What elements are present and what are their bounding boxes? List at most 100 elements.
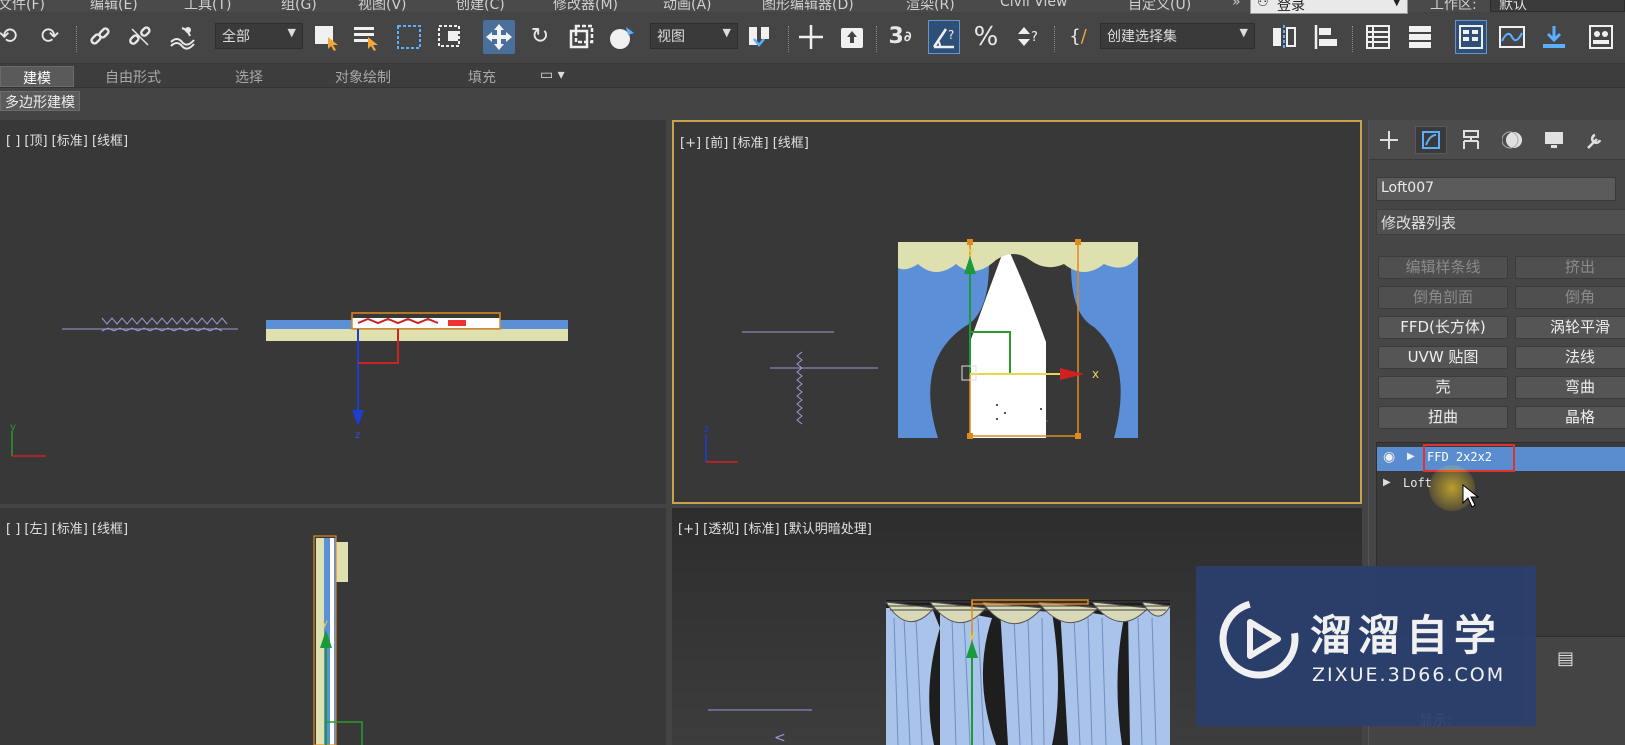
edit-spline-button[interactable]: 编辑样条线 bbox=[1378, 256, 1508, 279]
twist-button[interactable]: 扭曲 bbox=[1378, 406, 1508, 429]
redo-icon[interactable]: ⟳ bbox=[34, 20, 66, 54]
menu-modifiers[interactable]: 修改器(M) bbox=[553, 0, 618, 14]
menu-customize[interactable]: 自定义(U) bbox=[1128, 0, 1191, 14]
stack-item-loft[interactable]: ▶ Loft bbox=[1377, 473, 1625, 497]
left-view-scene: y bbox=[313, 535, 363, 745]
place-icon[interactable] bbox=[606, 20, 638, 54]
bend-button[interactable]: 弯曲 bbox=[1515, 376, 1625, 399]
bind-spacewarp-icon[interactable] bbox=[166, 20, 198, 54]
selection-filter-value: 全部 bbox=[222, 29, 250, 45]
create-icon[interactable] bbox=[1373, 126, 1405, 154]
svg-text:?: ? bbox=[1031, 30, 1038, 45]
menu-more[interactable]: » bbox=[1232, 0, 1241, 10]
tab-populate[interactable]: 填充 bbox=[468, 66, 496, 87]
reference-coord-dropdown[interactable]: 视图 ▼ bbox=[650, 23, 738, 49]
edit-named-sel-icon[interactable]: {/ bbox=[1062, 20, 1094, 54]
percent-snap-icon[interactable]: % bbox=[970, 20, 1002, 54]
modifier-list-dropdown[interactable]: 修改器列表 bbox=[1376, 209, 1625, 235]
tab-object-paint[interactable]: 对象绘制 bbox=[335, 66, 391, 87]
keyboard-shortcut-icon[interactable] bbox=[795, 20, 827, 54]
menu-tools[interactable]: 工具(T) bbox=[184, 0, 231, 14]
spinner-snap-icon[interactable]: ? bbox=[1012, 20, 1044, 54]
menu-rendering[interactable]: 渲染(R) bbox=[906, 0, 955, 14]
ffd-box-button[interactable]: FFD(长方体) bbox=[1378, 316, 1508, 339]
object-name-field[interactable]: Loft007 bbox=[1376, 177, 1616, 201]
layer-explorer-icon[interactable] bbox=[1362, 20, 1394, 54]
modify-icon[interactable] bbox=[1415, 126, 1447, 154]
svg-text:y: y bbox=[10, 422, 16, 433]
svg-text:?: ? bbox=[948, 28, 954, 42]
shell-button[interactable]: 壳 bbox=[1378, 376, 1508, 399]
menu-edit[interactable]: 编辑(E) bbox=[90, 0, 138, 14]
menu-graph-editors[interactable]: 图形编辑器(D) bbox=[762, 0, 854, 14]
undo-icon[interactable]: ⟲ bbox=[0, 20, 24, 54]
schematic-icon[interactable] bbox=[1538, 20, 1570, 54]
user-icon: ⚇ bbox=[1257, 0, 1269, 10]
material-editor-icon[interactable] bbox=[1585, 20, 1617, 54]
align-icon[interactable] bbox=[1310, 20, 1342, 54]
max-app-window: 文件(F) 编辑(E) 工具(T) 组(G) 视图(V) 创建(C) 修改器(M… bbox=[0, 0, 1625, 745]
select-object-icon[interactable] bbox=[310, 20, 342, 54]
utilities-icon[interactable] bbox=[1579, 126, 1611, 154]
stack-item-loft-label: Loft bbox=[1403, 476, 1432, 490]
tab-freeform[interactable]: 自由形式 bbox=[105, 66, 161, 87]
named-selection-dropdown[interactable]: 创建选择集 ▼ bbox=[1100, 23, 1255, 49]
bevel-button[interactable]: 倒角 bbox=[1515, 286, 1625, 309]
viewport-top[interactable]: [ ] [顶] [标准] [线框] z y bbox=[0, 120, 666, 504]
unlink-icon[interactable] bbox=[124, 20, 156, 54]
tab-modeling[interactable]: 建模 bbox=[0, 66, 74, 87]
hierarchy-icon[interactable] bbox=[1455, 126, 1487, 154]
viewport-front[interactable]: [+] [前] [标准] [线框] y x z bbox=[672, 120, 1362, 504]
turbosmooth-button[interactable]: 涡轮平滑 bbox=[1515, 316, 1625, 339]
toolbar-separator bbox=[1054, 26, 1056, 52]
uvw-map-button[interactable]: UVW 贴图 bbox=[1378, 346, 1508, 369]
ribbon-tabs: 建模 自由形式 选择 对象绘制 填充 ▭ ▾ bbox=[0, 64, 1625, 88]
workspace-dropdown[interactable]: 默认 bbox=[1490, 0, 1625, 13]
rotate-icon[interactable]: ↻ bbox=[524, 20, 556, 54]
extrude-button[interactable]: 挤出 bbox=[1515, 256, 1625, 279]
tab-selection[interactable]: 选择 bbox=[235, 66, 263, 87]
ribbon-icon[interactable] bbox=[1455, 20, 1487, 54]
menu-group[interactable]: 组(G) bbox=[281, 0, 317, 14]
menu-civil-view[interactable]: Civil View bbox=[1000, 0, 1067, 10]
named-selection-value: 创建选择集 bbox=[1107, 29, 1177, 45]
svg-text:z: z bbox=[704, 424, 709, 435]
expand-arrow-icon[interactable]: ▶ bbox=[1383, 477, 1391, 488]
svg-text:<: < bbox=[774, 730, 786, 745]
window-crossing-icon[interactable] bbox=[434, 20, 466, 54]
menu-views[interactable]: 视图(V) bbox=[358, 0, 407, 14]
snaps-3d-icon[interactable]: 3 ∂ bbox=[884, 20, 916, 54]
svg-text:x: x bbox=[1092, 367, 1099, 381]
svg-text:y: y bbox=[969, 630, 975, 641]
selection-filter-dropdown[interactable]: 全部 ▼ bbox=[215, 23, 303, 49]
selection-lock-icon[interactable] bbox=[836, 20, 868, 54]
lattice-button[interactable]: 晶格 bbox=[1515, 406, 1625, 429]
expand-arrow-icon[interactable]: ▶ bbox=[1407, 451, 1415, 462]
scale-icon[interactable] bbox=[565, 20, 597, 54]
menu-animation[interactable]: 动画(A) bbox=[663, 0, 712, 14]
motion-icon[interactable] bbox=[1497, 126, 1529, 154]
select-by-name-icon[interactable] bbox=[350, 20, 382, 54]
angle-snap-icon[interactable]: ? bbox=[928, 20, 960, 54]
toolbar-separator bbox=[1352, 26, 1354, 52]
scene-explorer-icon[interactable] bbox=[1404, 20, 1436, 54]
rect-region-icon[interactable] bbox=[393, 20, 425, 54]
login-dropdown[interactable]: ⚇ 登录 ▼ bbox=[1250, 0, 1408, 14]
workspace-label: 工作区: bbox=[1430, 0, 1477, 13]
viewport-left[interactable]: [ ] [左] [标准] [线框] y bbox=[0, 508, 666, 745]
configure-sets-icon[interactable]: ▤ bbox=[1557, 648, 1574, 669]
mirror-icon[interactable] bbox=[1268, 20, 1300, 54]
stack-item-ffd[interactable]: ◉ ▶ FFD 2x2x2 bbox=[1377, 444, 1625, 472]
pivot-icon[interactable] bbox=[745, 20, 777, 54]
menu-file[interactable]: 文件(F) bbox=[0, 0, 45, 14]
bevel-profile-button[interactable]: 倒角剖面 bbox=[1378, 286, 1508, 309]
link-icon[interactable] bbox=[84, 20, 116, 54]
polygon-modeling-label[interactable]: 多边形建模 bbox=[0, 91, 80, 111]
display-toggle-icon[interactable]: ▭ ▾ bbox=[540, 66, 565, 87]
eye-icon[interactable]: ◉ bbox=[1383, 449, 1395, 465]
menu-create[interactable]: 创建(C) bbox=[456, 0, 505, 14]
normal-button[interactable]: 法线 bbox=[1515, 346, 1625, 369]
display-icon[interactable] bbox=[1538, 126, 1570, 154]
select-move-icon[interactable] bbox=[483, 20, 515, 54]
curve-editor-icon[interactable] bbox=[1496, 20, 1528, 54]
